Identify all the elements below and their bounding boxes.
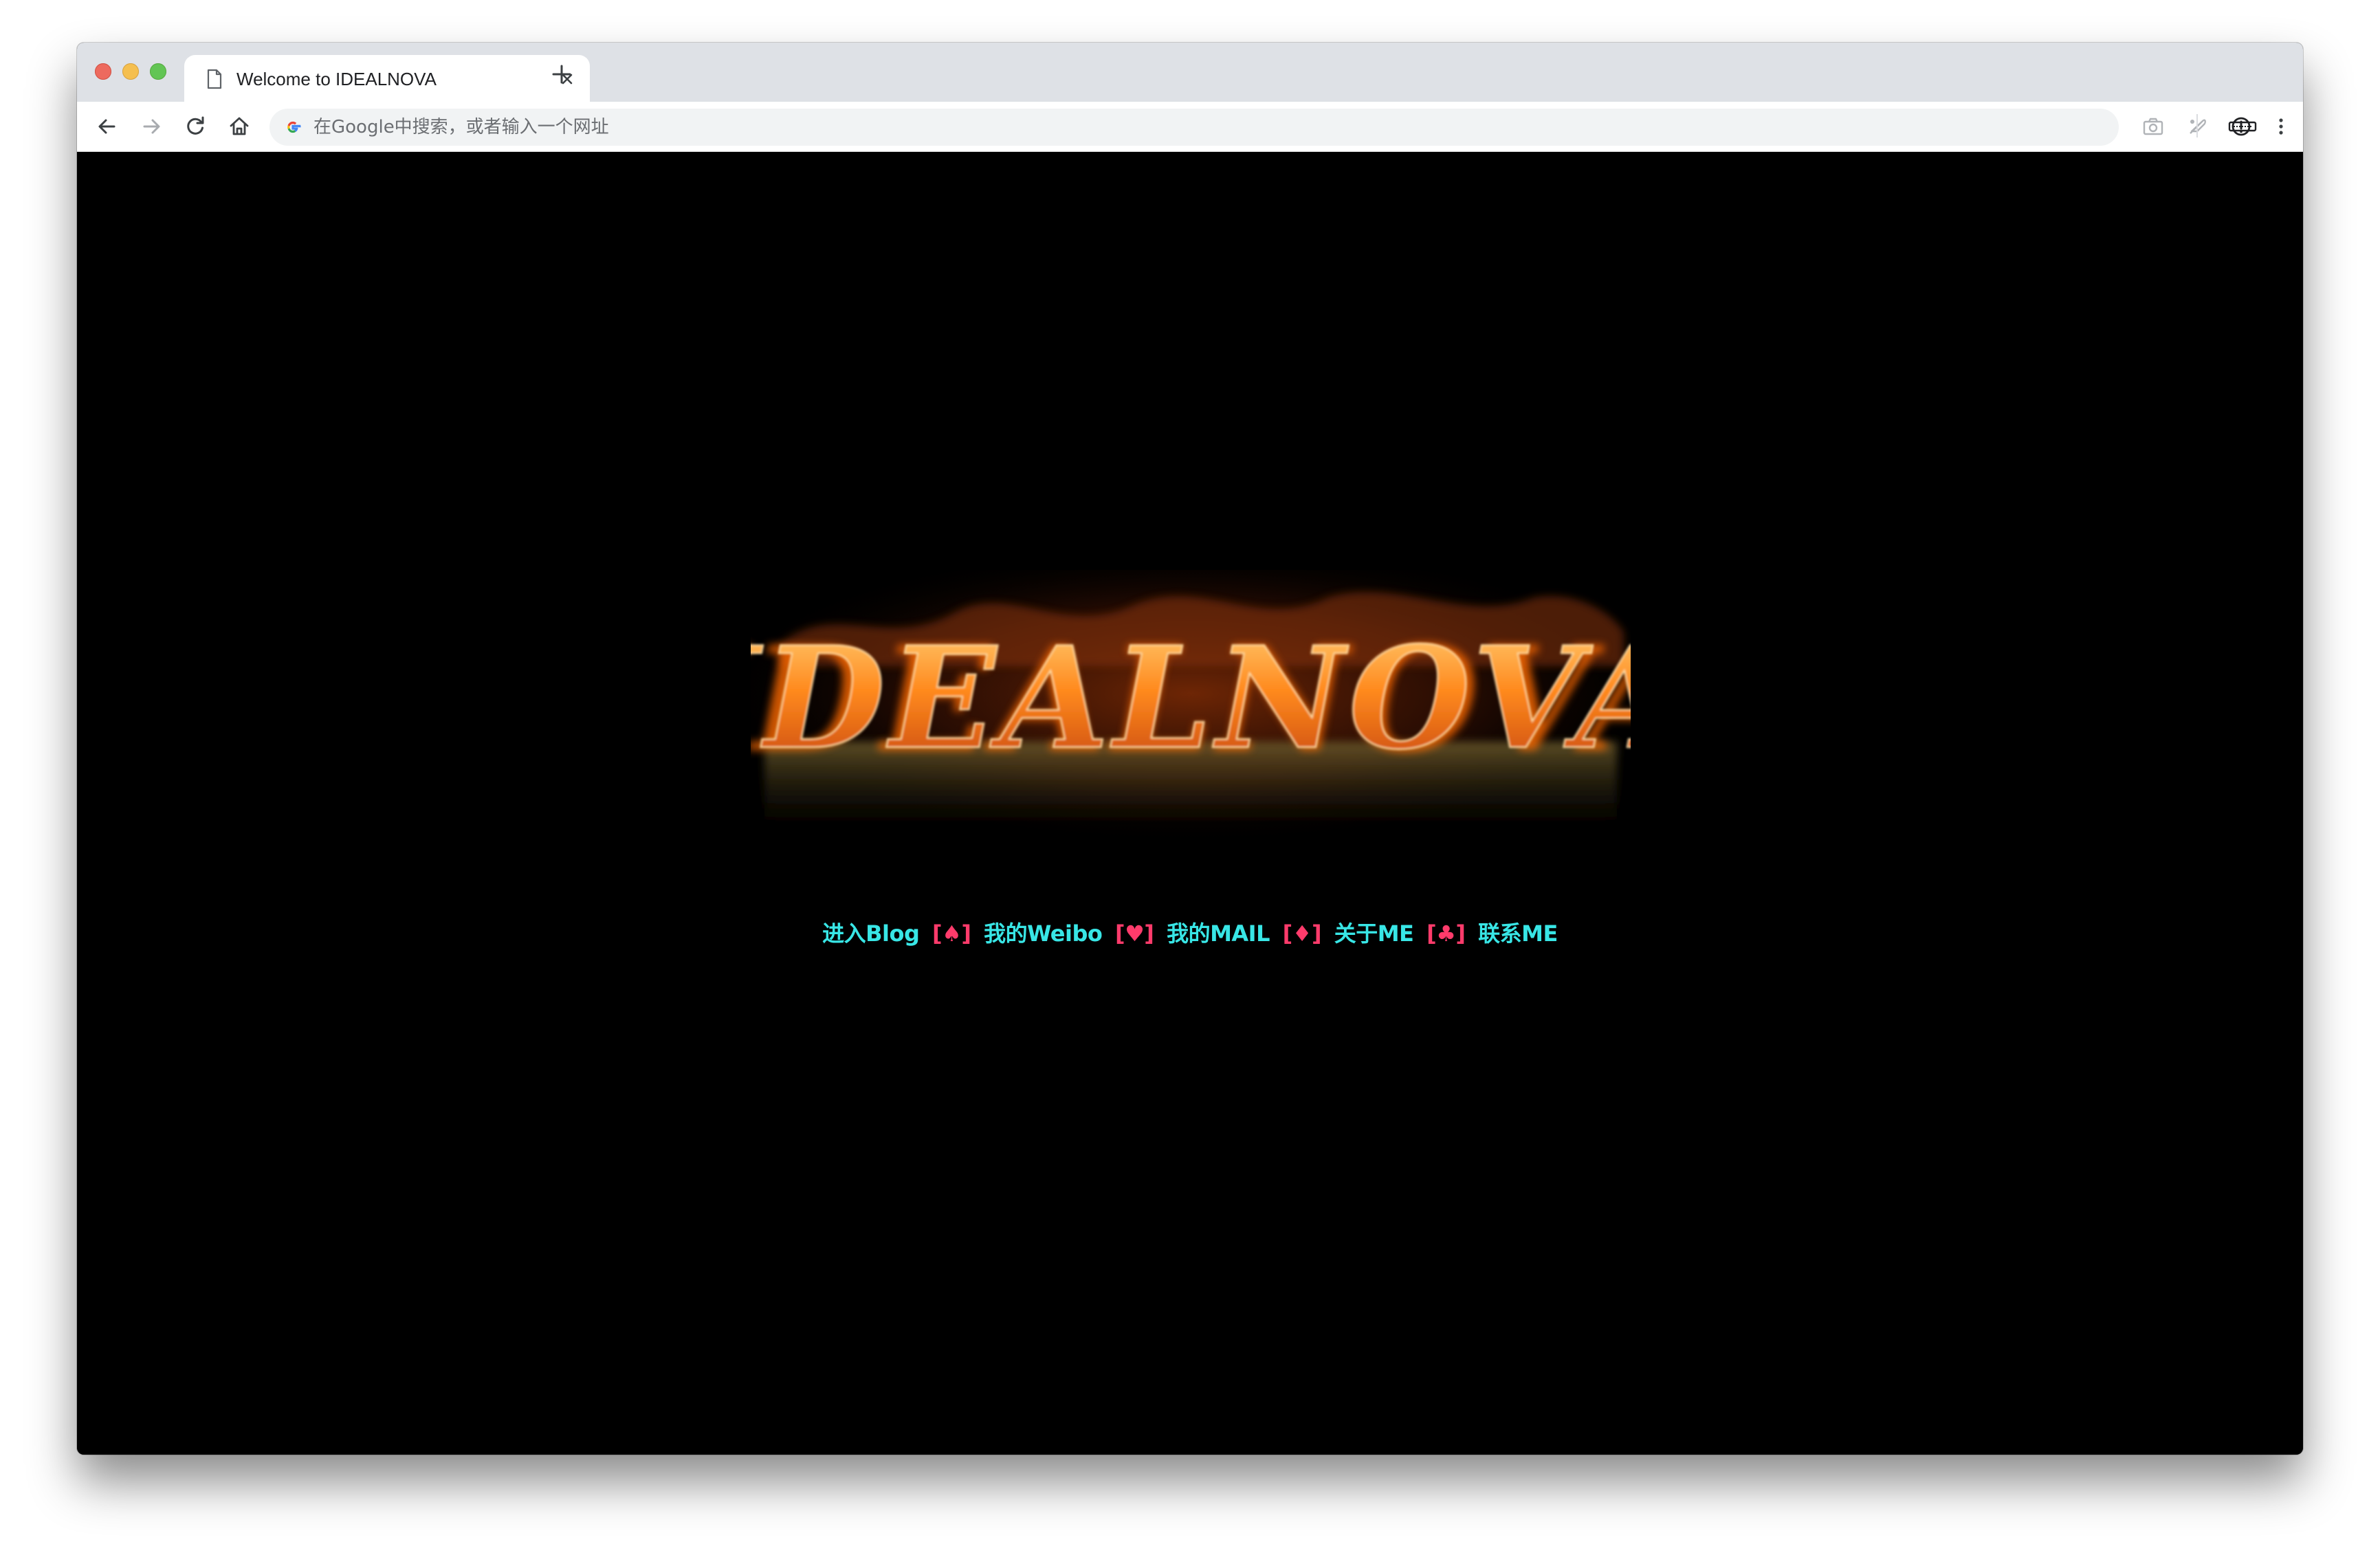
plus-icon [552,65,571,84]
forward-arrow-icon[interactable] [139,114,164,139]
link-mail[interactable]: 我的MAIL [1167,920,1270,947]
home-icon[interactable] [227,114,252,139]
browser-tab[interactable]: Welcome to IDEALNOVA [184,55,590,102]
browser-toolbar [77,102,2303,152]
nav-links: 进入Blog [♠] 我的Weibo [♥] 我的MAIL [♦] 关于ME [… [77,916,2303,948]
link-contact[interactable]: 联系ME [1478,920,1558,947]
logo-text: IDEALNOVA [751,616,1631,781]
browser-window: Welcome to IDEALNOVA 在Google中搜索，或者输入一个网址… [77,43,2303,1455]
link-about[interactable]: 关于ME [1334,920,1414,947]
idealnova-fire-logo: IDEALNOVA IDEALNOVA [751,570,1631,845]
tab-strip: Welcome to IDEALNOVA [77,43,2303,102]
window-close-button[interactable] [95,63,111,80]
keyboard-icon[interactable] [2227,114,2258,139]
reload-icon[interactable] [183,114,208,139]
new-tab-button[interactable] [531,43,579,102]
diamond-separator: [♦] [1282,920,1322,947]
page-content: IDEALNOVA IDEALNOVA 进入Blog [♠] 我的Weibo [… [77,152,2303,1455]
heart-separator: [♥] [1114,920,1154,947]
camera-icon[interactable] [2141,114,2166,139]
document-icon [207,69,222,89]
toolbar-separator-line [2196,114,2198,137]
window-minimize-button[interactable] [122,63,139,80]
club-separator: [♣] [1426,920,1466,947]
more-menu-icon[interactable] [2269,114,2293,139]
window-maximize-button[interactable] [150,63,166,80]
address-input[interactable] [313,109,2073,146]
link-blog[interactable]: 进入Blog [822,920,920,947]
tab-title: Welcome to IDEALNOVA [236,69,437,89]
link-weibo[interactable]: 我的Weibo [984,920,1103,947]
spade-separator: [♠] [932,920,971,947]
back-arrow-icon[interactable] [95,114,120,139]
google-g-icon [287,121,301,133]
address-bar[interactable] [269,109,2119,146]
